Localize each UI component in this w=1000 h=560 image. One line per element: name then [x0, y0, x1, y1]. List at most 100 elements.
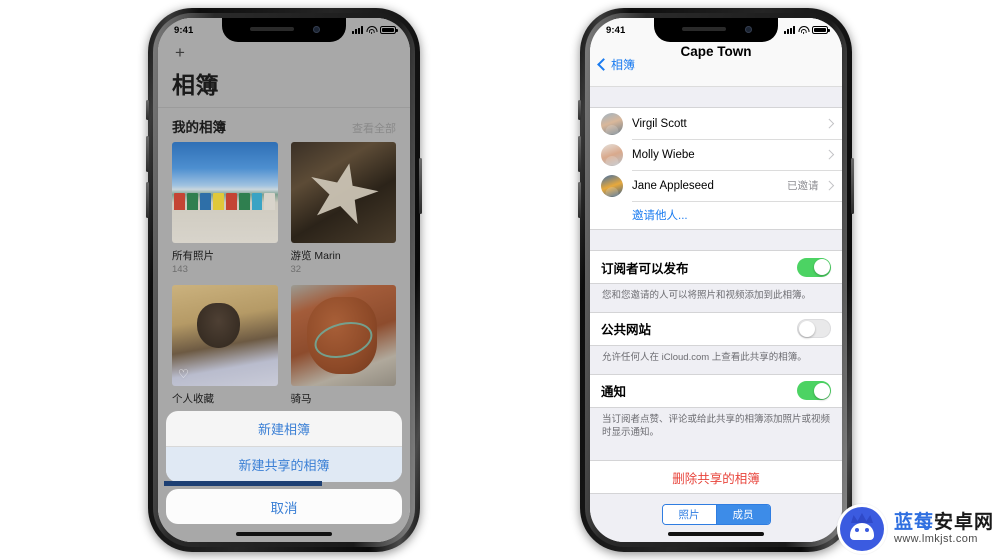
settings-scroll-area: Virgil Scott Molly Wiebe Jane Appleseed …: [590, 87, 842, 542]
public-website-toggle[interactable]: [797, 319, 831, 339]
member-name: Virgil Scott: [632, 117, 687, 130]
chevron-right-icon: [824, 180, 834, 191]
member-row[interactable]: Jane Appleseed 已邀请: [590, 170, 842, 201]
volume-down-button[interactable]: [146, 182, 149, 218]
volume-up-button[interactable]: [146, 136, 149, 172]
cellular-signal-icon: [784, 26, 795, 34]
power-button[interactable]: [851, 158, 854, 214]
see-all-link[interactable]: 查看全部: [352, 120, 396, 136]
cellular-signal-icon: [352, 26, 363, 34]
toggle-knob: [813, 382, 830, 399]
segment-photos[interactable]: 照片: [662, 505, 716, 525]
watermark-brand: 蓝莓安卓网: [894, 511, 994, 533]
album-item[interactable]: 所有照片 143: [172, 142, 278, 275]
starfish-in-hands-photo[interactable]: [290, 142, 396, 243]
setting-footnote: 允许任何人在 iCloud.com 上查看此共享的相簿。: [602, 351, 807, 363]
status-indicators: [784, 26, 830, 35]
action-sheet: 新建相簿 新建共享的相簿 取消: [166, 411, 402, 524]
photos-members-segmented-control[interactable]: 照片 成员: [661, 504, 771, 526]
dog-under-blanket-photo[interactable]: ♡: [172, 285, 278, 386]
album-name: 骑马: [290, 393, 312, 405]
member-row[interactable]: Virgil Scott: [590, 108, 842, 139]
volume-up-button[interactable]: [578, 136, 581, 172]
member-status: 已邀请: [787, 180, 819, 192]
delete-shared-album-button[interactable]: 删除共享的相簿: [590, 460, 842, 495]
album-item[interactable]: 骑马: [290, 285, 396, 406]
setting-footnote: 您和您邀请的人可以将照片和视频添加到此相簿。: [602, 290, 812, 301]
crown-icon: [850, 513, 873, 523]
my-albums-section-header: 我的相簿 查看全部: [158, 108, 410, 142]
status-time: 9:41: [174, 24, 194, 36]
member-name: Jane Appleseed: [632, 179, 714, 192]
avatar: [601, 112, 623, 135]
home-indicator[interactable]: [668, 532, 764, 536]
album-name: 游览 Marin: [290, 250, 341, 262]
notifications-card: 通知: [590, 373, 842, 408]
albums-grid: 所有照片 143 游览 Marin 32 ♡ 个人收藏 骑马: [158, 142, 410, 406]
mute-switch[interactable]: [146, 100, 149, 120]
site-watermark: 蓝莓安卓网 www.lmkjst.com: [836, 504, 994, 554]
add-album-icon[interactable]: +: [172, 44, 188, 61]
phone-left-screen: 9:41 + 相簿 我的相簿 查看全部 所有照片 143 游览 Marin 32…: [158, 18, 410, 542]
album-item[interactable]: ♡ 个人收藏: [172, 285, 278, 406]
shared-album-settings-app: 9:41 相簿 Cape Town Virgil Scott Molly Wie…: [590, 18, 842, 542]
setting-label: 通知: [601, 385, 627, 400]
public-website-row[interactable]: 公共网站: [590, 312, 842, 345]
watermark-url: www.lmkjst.com: [893, 533, 978, 546]
back-button-label: 相簿: [611, 57, 636, 72]
volume-down-button[interactable]: [578, 182, 581, 218]
subscribers-can-post-row[interactable]: 订阅者可以发布: [590, 251, 842, 283]
front-camera-icon: [745, 26, 752, 33]
notch: [222, 18, 346, 42]
power-button[interactable]: [419, 158, 422, 214]
avatar: [601, 174, 623, 197]
starfish-decoration: [302, 155, 385, 229]
front-camera-icon: [313, 26, 320, 33]
earpiece-speaker: [682, 27, 726, 31]
status-indicators: [352, 26, 398, 35]
wifi-icon: [366, 26, 377, 35]
wifi-icon: [798, 26, 809, 35]
brown-horse-photo[interactable]: [290, 285, 396, 386]
new-shared-album-button[interactable]: 新建共享的相簿: [166, 446, 402, 482]
toggle-knob: [798, 320, 815, 337]
watermark-brand-dark: 安卓网: [933, 511, 994, 533]
notifications-toggle[interactable]: [797, 381, 831, 401]
segmented-control-container: 照片 成员: [590, 494, 842, 526]
progress-indicator-bar: [164, 481, 322, 486]
album-item[interactable]: 游览 Marin 32: [290, 142, 396, 275]
favorite-heart-icon: ♡: [178, 367, 189, 381]
members-card: Virgil Scott Molly Wiebe Jane Appleseed …: [590, 107, 842, 230]
chevron-right-icon: [824, 149, 834, 160]
subscribers-can-post-toggle[interactable]: [797, 257, 831, 277]
action-sheet-options: 新建相簿 新建共享的相簿: [166, 411, 402, 482]
public-website-card: 公共网站: [590, 311, 842, 346]
beach-huts-photo[interactable]: [172, 142, 278, 243]
earpiece-speaker: [250, 27, 294, 31]
album-count: 32: [290, 264, 302, 275]
segment-members[interactable]: 成员: [715, 505, 770, 525]
chevron-right-icon: [824, 118, 834, 129]
member-row[interactable]: Molly Wiebe: [590, 139, 842, 170]
delete-shared-album-label: 删除共享的相簿: [672, 471, 760, 486]
setting-label: 订阅者可以发布: [601, 261, 689, 276]
avatar: [601, 143, 623, 166]
new-album-button[interactable]: 新建相簿: [166, 411, 402, 446]
battery-icon: [380, 26, 398, 34]
watermark-badge: [836, 504, 887, 554]
cancel-button[interactable]: 取消: [166, 489, 402, 524]
back-button[interactable]: 相簿: [590, 56, 635, 73]
setting-footnote: 当订阅者点赞、评论或给此共享的相簿添加照片或视频时显示通知。: [602, 413, 831, 439]
android-mascot-icon: [839, 507, 884, 551]
album-name: 个人收藏: [172, 393, 214, 405]
member-name: Molly Wiebe: [632, 148, 695, 161]
invite-people-button[interactable]: 邀请他人...: [590, 201, 842, 229]
notifications-row[interactable]: 通知: [590, 374, 842, 407]
album-name: 所有照片: [172, 250, 214, 262]
chevron-left-icon: [597, 57, 610, 71]
status-time: 9:41: [606, 24, 626, 36]
home-indicator[interactable]: [236, 532, 332, 536]
mute-switch[interactable]: [578, 100, 581, 120]
dog-face-decoration: [197, 303, 240, 348]
